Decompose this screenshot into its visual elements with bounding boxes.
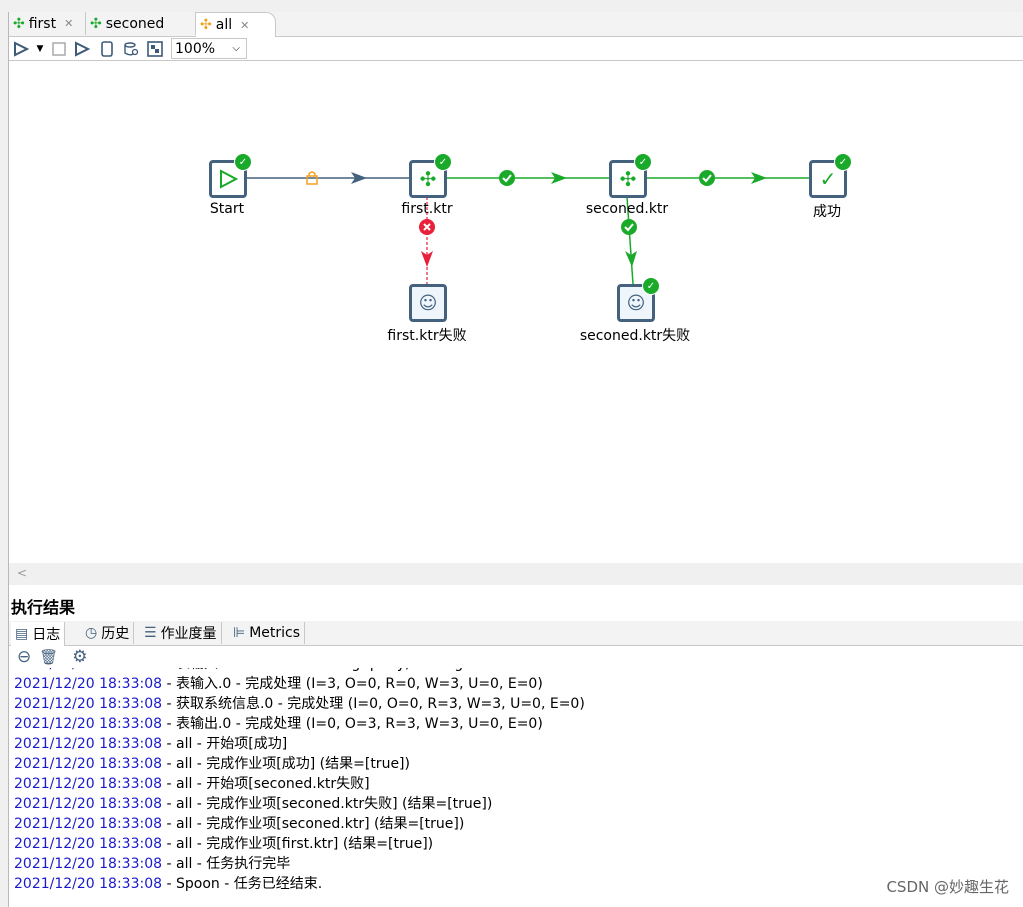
- replay-button[interactable]: [71, 38, 95, 60]
- node-label: Start: [209, 201, 245, 217]
- hop-first-seconed[interactable]: [445, 170, 609, 186]
- scroll-left-icon[interactable]: <: [17, 566, 27, 580]
- success-badge-icon: ✓: [642, 277, 660, 295]
- log-timestamp: 2021/12/20 18:33:08: [14, 796, 163, 812]
- log-timestamp: 2021/12/20 18:33:08: [14, 836, 163, 852]
- tab-all[interactable]: ✣ all ✕: [196, 12, 276, 37]
- log-timestamp: 2021/12/20 18:33:08: [14, 696, 163, 712]
- history-icon: ◷: [85, 625, 98, 641]
- log-line: 2021/12/20 18:33:08 - all - 完成作业项[first.…: [14, 834, 1014, 854]
- hop-seconed-success[interactable]: [645, 170, 809, 186]
- log-timestamp: 2021/12/20 18:33:08: [14, 876, 163, 892]
- run-button[interactable]: [9, 38, 33, 60]
- success-badge-icon: ✓: [434, 153, 452, 171]
- log-timestamp: 2021/12/20 18:33:08: [14, 756, 163, 772]
- tab-history[interactable]: ◷ 历史: [81, 622, 135, 644]
- success-icon: ✓: [819, 167, 837, 191]
- log-timestamp: 2021/12/20 18:33:08: [14, 676, 163, 692]
- node-label: seconed.ktr失败: [579, 328, 691, 344]
- log-line: 2021/12/20 18:33:08 - 表输出.0 - 完成处理 (I=0,…: [14, 714, 1014, 734]
- tab-job-metrics[interactable]: ☰ 作业度量: [140, 622, 222, 644]
- write-log-icon: ☺: [418, 292, 438, 314]
- transformation-icon: ✣: [419, 167, 437, 191]
- success-badge-icon: ✓: [234, 153, 252, 171]
- close-icon[interactable]: ✕: [64, 17, 73, 30]
- zoom-select[interactable]: 100% ⌵: [171, 38, 247, 59]
- toolbar: ▼ 100% ⌵: [9, 37, 1023, 61]
- transformation-icon: ✣: [13, 15, 25, 32]
- log-panel[interactable]: 2021/12/20 18:33:08 - 表输入.0 - Finished r…: [14, 664, 1014, 904]
- log-timestamp: 2021/12/20 18:33:08: [14, 816, 163, 832]
- log-message: - all - 任务执行完毕: [162, 856, 291, 872]
- log-message: - 表输入.0 - 完成处理 (I=3, O=0, R=0, W=3, U=0,…: [162, 676, 543, 692]
- log-message: - all - 完成作业项[成功] (结果=[true]): [162, 756, 410, 772]
- horizontal-scrollbar[interactable]: <: [9, 563, 1023, 585]
- run-dropdown[interactable]: ▼: [33, 38, 47, 60]
- transformation-icon: ✣: [90, 15, 102, 32]
- log-message: - all - 完成作业项[seconed.ktr] (结果=[true]): [162, 816, 465, 832]
- log-message: - all - 完成作业项[first.ktr] (结果=[true]): [162, 836, 434, 852]
- grid-button[interactable]: [143, 38, 167, 60]
- node-label: seconed.ktr: [585, 201, 669, 217]
- log-line: 2021/12/20 18:33:08 - all - 完成作业项[成功] (结…: [14, 754, 1014, 774]
- log-line: 2021/12/20 18:33:08 - all - 完成作业项[secone…: [14, 794, 1014, 814]
- log-message: - all - 完成作业项[seconed.ktr失败] (结果=[true]): [162, 796, 493, 812]
- gear-icon[interactable]: ⚙: [72, 647, 87, 667]
- metrics-list-icon: ☰: [144, 625, 157, 641]
- log-line: 2021/12/20 18:33:08 - all - 任务执行完毕: [14, 854, 1014, 874]
- success-badge-icon: ✓: [834, 153, 852, 171]
- job-canvas[interactable]: ✓ Start ✣ ✓ first.ktr ✣ ✓ seconed.ktr ✓ …: [9, 61, 1023, 563]
- log-line: 2021/12/20 18:33:08 - Spoon - 任务已经结束.: [14, 874, 1014, 894]
- log-line: 2021/12/20 18:33:08 - 表输入.0 - 完成处理 (I=3,…: [14, 674, 1014, 694]
- log-message: - 表输出.0 - 完成处理 (I=0, O=3, R=3, W=3, U=0,…: [162, 716, 543, 732]
- tab-log[interactable]: ▤ 日志: [11, 622, 66, 646]
- tab-metrics[interactable]: ⊫ Metrics: [229, 622, 306, 644]
- hop-start-first[interactable]: [245, 171, 409, 185]
- clear-log-icon[interactable]: ⊖: [17, 647, 31, 667]
- trash-icon[interactable]: 🗑: [39, 648, 58, 666]
- results-tabs: ▤ 日志 ◷ 历史 ☰ 作业度量 ⊫ Metrics: [9, 621, 1023, 646]
- log-toolbar: ⊖ 🗑 ⚙: [9, 646, 1023, 668]
- node-label: 成功: [813, 204, 841, 220]
- watermark: CSDN @妙趣生花: [886, 878, 1009, 896]
- results-title: 执行结果: [11, 598, 76, 617]
- job-icon: ✣: [200, 17, 212, 33]
- script-button[interactable]: [95, 38, 119, 60]
- log-timestamp: 2021/12/20 18:33:08: [14, 736, 163, 752]
- caret-down-icon: ▼: [36, 43, 44, 54]
- log-timestamp: 2021/12/20 18:33:08: [14, 716, 163, 732]
- log-message: - Spoon - 任务已经结束.: [162, 876, 323, 892]
- log-line: 2021/12/20 18:33:08 - 获取系统信息.0 - 完成处理 (I…: [14, 694, 1014, 714]
- log-line: 2021/12/20 18:33:08 - all - 开始项[成功]: [14, 734, 1014, 754]
- stop-button[interactable]: [47, 38, 71, 60]
- log-timestamp: 2021/12/20 18:33:08: [14, 776, 163, 792]
- tab-bar: ✣ first ✕ ✣ seconed ✣ all ✕: [9, 12, 1023, 37]
- start-icon: [220, 169, 238, 189]
- chevron-down-icon: ⌵: [232, 43, 240, 54]
- tab-first[interactable]: ✣ first ✕: [9, 12, 86, 35]
- success-badge-icon: ✓: [634, 153, 652, 171]
- log-line: 2021/12/20 18:33:08 - all - 开始项[seconed.…: [14, 774, 1014, 794]
- node-label: first.ktr: [401, 201, 453, 217]
- log-message: - 获取系统信息.0 - 完成处理 (I=0, O=0, R=3, W=3, U…: [162, 696, 585, 712]
- transformation-icon: ✣: [619, 167, 637, 191]
- hops-layer: [245, 170, 809, 285]
- close-icon[interactable]: ✕: [240, 19, 249, 32]
- job-entry-first-fail[interactable]: ☺: [409, 284, 447, 322]
- log-line: 2021/12/20 18:33:08 - all - 完成作业项[secone…: [14, 814, 1014, 834]
- log-timestamp: 2021/12/20 18:33:08: [14, 856, 163, 872]
- log-message: - all - 开始项[成功]: [162, 736, 288, 752]
- db-explore-button[interactable]: [119, 38, 143, 60]
- node-label: first.ktr失败: [387, 328, 467, 344]
- gantt-icon: ⊫: [233, 625, 246, 641]
- log-icon: ▤: [15, 626, 29, 642]
- log-message: - all - 开始项[seconed.ktr失败]: [162, 776, 370, 792]
- tab-seconed[interactable]: ✣ seconed: [86, 12, 196, 35]
- write-log-icon: ☺: [626, 292, 646, 314]
